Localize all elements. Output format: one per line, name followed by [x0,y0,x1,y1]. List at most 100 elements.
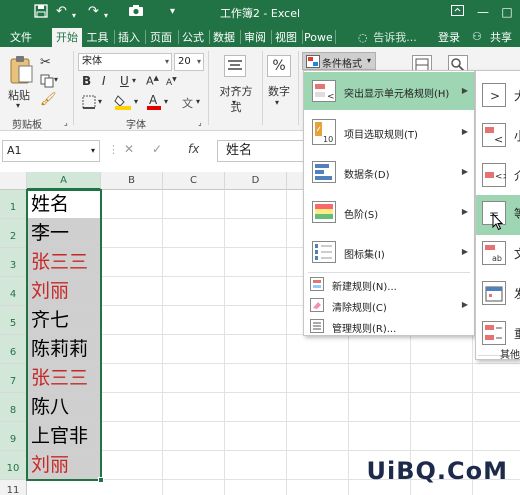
grid-cell[interactable] [101,248,163,277]
font-color-icon[interactable]: A [146,93,162,113]
tab-file[interactable]: 文件 [6,28,36,47]
submenu-item-greater-than[interactable]: > 大 [476,77,520,117]
phonetic-dropdown-icon[interactable]: ▾ [196,97,200,106]
font-color-dropdown-icon[interactable]: ▾ [164,97,168,106]
submenu-item-less-than[interactable]: < 小 [476,117,520,157]
italic-button[interactable]: I [102,74,106,88]
row-header[interactable]: 6 [0,335,27,364]
copy-dropdown-icon[interactable]: ▾ [54,75,58,84]
tab-tools[interactable]: 工具 [84,28,111,47]
menu-item-icon-sets[interactable]: 图标集(I) ▶ [304,233,474,271]
tab-review[interactable]: 审阅 [242,28,268,47]
grid-cell[interactable] [101,480,163,495]
ribbon-display-options-icon[interactable] [446,3,468,21]
grid-cell[interactable] [411,335,473,364]
grid-cell[interactable] [411,364,473,393]
grid-cell[interactable] [101,219,163,248]
tab-view[interactable]: 视图 [273,28,299,47]
number-button[interactable]: 数字 [266,83,292,99]
grid-cell[interactable] [287,364,349,393]
number-dropdown-icon[interactable]: ▾ [275,98,279,107]
grid-cell[interactable] [411,393,473,422]
cell-a1[interactable]: 姓名 [27,190,101,219]
row-header[interactable]: 1 [0,190,27,219]
paste-icon[interactable] [8,55,34,88]
row-header[interactable]: 9 [0,422,27,451]
tab-data[interactable]: 数据 [211,28,237,47]
grid-cell[interactable] [349,364,411,393]
grid-cell[interactable] [101,306,163,335]
tab-insert[interactable]: 插入 [116,28,142,47]
grid-cell[interactable] [163,393,225,422]
underline-button[interactable]: U [120,74,129,88]
grid-cell[interactable] [225,480,287,495]
borders-icon[interactable] [82,95,96,112]
menu-item-data-bars[interactable]: 数据条(D) ▶ [304,153,474,191]
grid-cell[interactable] [473,364,520,393]
row-header[interactable]: 7 [0,364,27,393]
grid-cell[interactable] [101,277,163,306]
grid-cell[interactable] [163,248,225,277]
grid-cell[interactable] [101,393,163,422]
row-header[interactable]: 11 [0,480,27,495]
share-button[interactable]: 共享 [486,28,516,47]
cell-a2[interactable]: 李一 [27,219,101,248]
signin-link[interactable]: 登录 [434,28,464,47]
number-format-icon[interactable]: % [267,55,291,77]
fill-color-dropdown-icon[interactable]: ▾ [134,97,138,106]
row-header[interactable]: 3 [0,248,27,277]
cell-a6[interactable]: 陈莉莉 [27,335,101,364]
submenu-item-date-occurring[interactable]: 发 [476,275,520,315]
tab-power[interactable]: Powe [304,28,332,47]
grid-cell[interactable] [163,190,225,219]
borders-dropdown-icon[interactable]: ▾ [98,97,102,106]
cell-a7[interactable]: 张三三 [27,364,101,393]
grid-cell[interactable] [225,190,287,219]
font-launcher-icon[interactable]: ⌟ [198,118,202,127]
grid-cell[interactable] [101,335,163,364]
grid-cell[interactable] [225,248,287,277]
paste-dropdown-icon[interactable]: ▾ [16,101,20,110]
column-header-c[interactable]: C [163,172,225,190]
conditional-format-button[interactable]: 条件格式 ▾ [302,52,376,70]
grid-cell[interactable] [225,306,287,335]
grid-cell[interactable] [349,393,411,422]
grid-cell[interactable] [163,480,225,495]
restore-button[interactable]: □ [496,3,518,21]
grid-cell[interactable] [163,364,225,393]
submenu-item-between[interactable]: <> 介 [476,157,520,197]
name-box[interactable]: A1 ▾ [2,140,100,162]
column-header-d[interactable]: D [225,172,287,190]
grid-cell[interactable] [473,422,520,451]
grid-cell[interactable] [163,219,225,248]
grid-cell[interactable] [225,422,287,451]
grid-cell[interactable] [163,451,225,480]
insert-function-icon[interactable]: fx [188,142,199,156]
underline-dropdown-icon[interactable]: ▾ [132,76,136,85]
submenu-item-equal-to[interactable]: = 等 [476,195,520,235]
menu-item-top-bottom-rules[interactable]: 10 项目选取规则(T) ▶ [304,113,474,151]
grid-cell[interactable] [225,335,287,364]
copy-icon[interactable] [40,74,54,91]
grid-cell[interactable] [287,451,349,480]
row-header[interactable]: 5 [0,306,27,335]
grid-cell[interactable] [473,393,520,422]
minimize-button[interactable]: — [472,3,494,21]
fill-handle[interactable] [98,477,104,483]
grid-cell[interactable] [225,219,287,248]
cut-icon[interactable]: ✂ [40,55,51,70]
font-name-select[interactable]: 宋体 ▾ [78,53,172,71]
submenu-item-text-contains[interactable]: ab 文 [476,235,520,275]
cell-a4[interactable]: 刘丽 [27,277,101,306]
grid-cell[interactable] [225,277,287,306]
font-size-select[interactable]: 20 ▾ [174,53,204,71]
grid-cell[interactable] [101,364,163,393]
grid-cell[interactable] [287,480,349,495]
grid-cell[interactable] [349,335,411,364]
menu-item-highlight-rules[interactable]: < 突出显示单元格规则(H) ▶ [304,72,474,110]
cell-a8[interactable]: 陈八 [27,393,101,422]
row-header[interactable]: 4 [0,277,27,306]
cell-a3[interactable]: 张三三 [27,248,101,277]
grid-cell[interactable] [163,277,225,306]
grid-cell[interactable] [101,422,163,451]
